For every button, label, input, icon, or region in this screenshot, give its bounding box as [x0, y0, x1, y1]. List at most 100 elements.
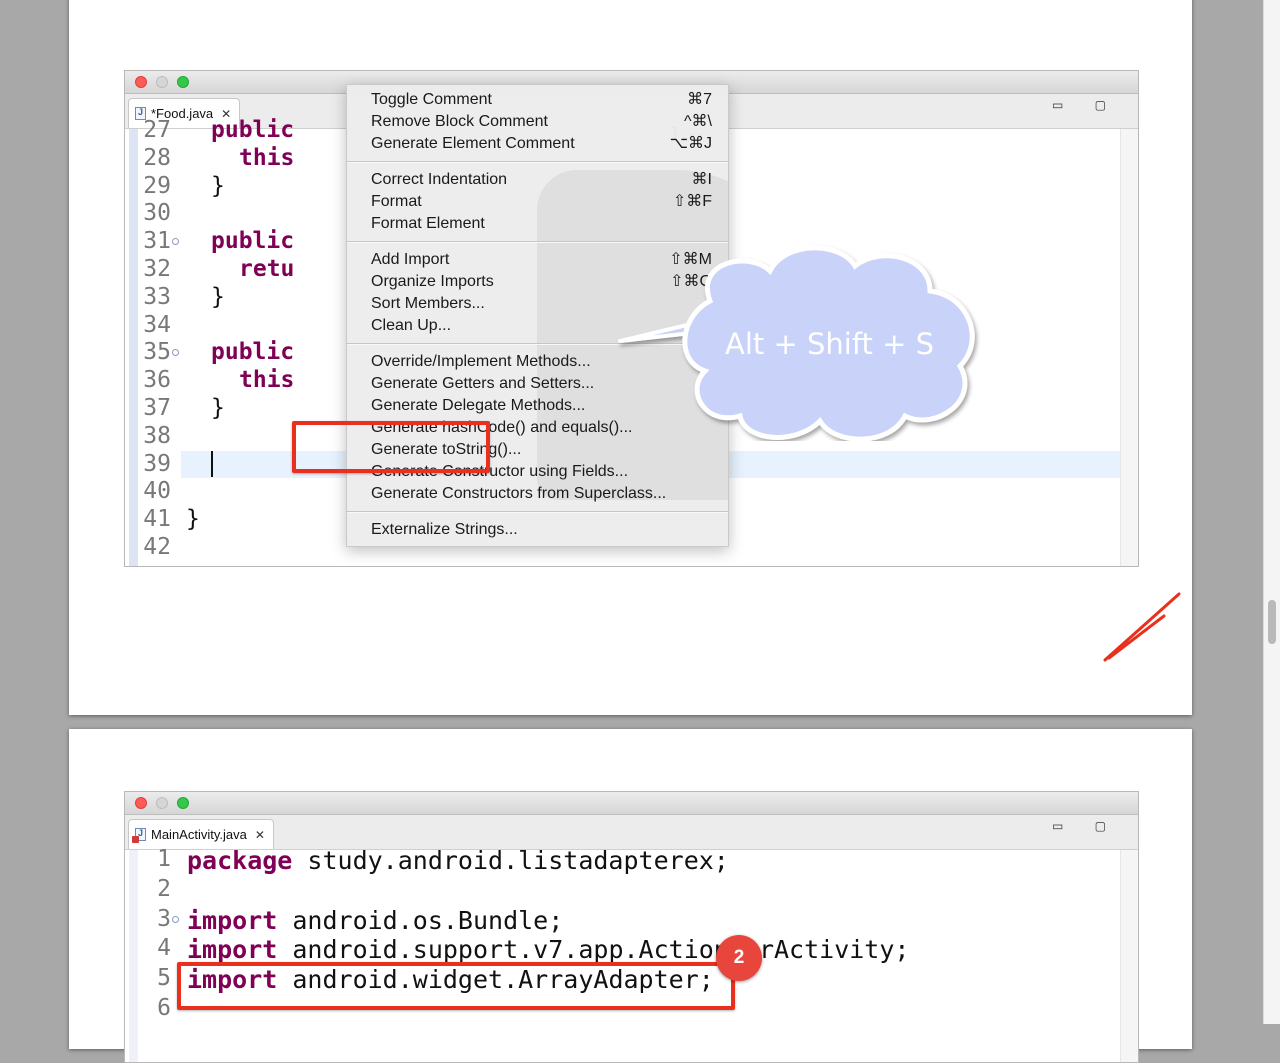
code-editor[interactable]: 1 2 3 4 5 6 package study.android.listadaptere… — [125, 846, 1138, 1062]
menu-separator — [347, 161, 728, 163]
code-line: import android.support.v7.app.ActionBarA… — [187, 935, 909, 964]
code-keyword: this — [239, 144, 295, 171]
menu-item-format[interactable]: Format ⇧⌘F — [371, 191, 712, 213]
window-titlebar — [125, 792, 1138, 815]
code-keyword: public — [211, 228, 295, 255]
vertical-scrollbar[interactable] — [1263, 0, 1280, 1024]
menu-item-label: Generate Element Comment — [371, 135, 575, 152]
fold-toggle-icon[interactable] — [172, 915, 179, 923]
menu-item-label: Generate Delegate Methods... — [371, 397, 586, 414]
line-number: 33 — [143, 283, 171, 310]
tab-label: MainActivity.java — [151, 827, 247, 842]
menu-item-generate-element-comment[interactable]: Generate Element Comment ⌥⌘J — [371, 133, 712, 155]
scrollbar-thumb[interactable] — [1268, 600, 1276, 644]
menu-item-label: Externalize Strings... — [371, 521, 518, 538]
line-number: 2 — [157, 875, 171, 902]
menu-item-label: Sort Members... — [371, 295, 485, 312]
close-window-button[interactable] — [135, 76, 147, 88]
highlight-box-tostring — [292, 421, 490, 473]
menu-item-correct-indentation[interactable]: Correct Indentation ⌘I — [371, 169, 712, 191]
line-number: 3 — [157, 905, 171, 932]
code-text: android.os.Bundle; — [277, 905, 564, 935]
minimize-window-button[interactable] — [156, 797, 168, 809]
menu-item-format-element[interactable]: Format Element — [371, 213, 712, 235]
code-line: public — [211, 117, 294, 143]
line-number: 5 — [157, 965, 171, 992]
code-text: study.android.listadapterex; — [292, 846, 729, 875]
line-number: 34 — [143, 311, 171, 338]
callout-text: Alt + Shift + S — [725, 327, 935, 361]
line-number: 36 — [143, 367, 171, 394]
pen-mark-icon — [1103, 592, 1181, 662]
menu-item-label: Clean Up... — [371, 317, 452, 334]
code-text: } — [211, 283, 225, 310]
minimize-maximize-icons[interactable]: ▭ ▢ — [1052, 819, 1120, 833]
menu-item-label: Remove Block Comment — [371, 113, 548, 130]
code-line: package study.android.listadapterex; — [187, 846, 729, 875]
menu-item-shortcut: ⌥⌘J — [669, 135, 712, 152]
document-page-1: *Food.java ✕ ▭ ▢ 27282930313233343536373… — [69, 0, 1192, 715]
close-window-button[interactable] — [135, 797, 147, 809]
menu-item-shortcut: ^⌘\ — [684, 113, 712, 130]
menu-item-label: Toggle Comment — [371, 91, 492, 108]
menu-item-label: Generate Constructors from Superclass... — [371, 485, 667, 502]
line-number: 35 — [143, 339, 171, 366]
line-number: 38 — [143, 422, 171, 449]
tab-close-icon[interactable]: ✕ — [255, 828, 265, 842]
java-file-error-icon — [132, 828, 146, 843]
eclipse-editor-window-food: *Food.java ✕ ▭ ▢ 27282930313233343536373… — [124, 70, 1139, 567]
line-number: 41 — [143, 506, 171, 533]
tab-mainactivity-java[interactable]: MainActivity.java ✕ — [128, 819, 274, 849]
line-number: 32 — [143, 256, 171, 282]
overview-ruler — [1120, 129, 1138, 566]
code-keyword: public — [211, 339, 295, 366]
step-number-badge: 2 — [716, 935, 762, 981]
menu-item-remove-block-comment[interactable]: Remove Block Comment ^⌘\ — [371, 111, 712, 133]
zoom-window-button[interactable] — [177, 76, 189, 88]
menu-item-generate-constructors-from-superclass[interactable]: Generate Constructors from Superclass... — [371, 483, 712, 505]
line-number: 29 — [143, 172, 171, 199]
line-number: 31 — [143, 228, 171, 255]
code-keyword: package — [187, 846, 293, 875]
zoom-window-button[interactable] — [177, 797, 189, 809]
code-keyword: public — [211, 117, 295, 143]
line-number: 6 — [157, 995, 171, 1021]
line-number: 4 — [157, 935, 171, 962]
minimize-maximize-icons[interactable]: ▭ ▢ — [1052, 98, 1120, 112]
code-line: } — [211, 395, 225, 421]
line-number: 40 — [143, 478, 171, 505]
code-keyword: import — [187, 935, 278, 965]
code-line: } — [186, 506, 200, 532]
document-page-2: MainActivity.java ✕ ▭ ▢ 1 2 3 4 5 6 package st… — [69, 729, 1192, 1063]
menu-item-shortcut: ⌘7 — [687, 91, 712, 108]
code-line: } — [211, 284, 225, 310]
code-line: this — [239, 145, 294, 171]
code-text: } — [186, 506, 200, 533]
line-number: 39 — [143, 450, 171, 477]
code-line: this — [239, 367, 294, 393]
code-text: android.support.v7.app.ActionBarActivity… — [277, 935, 910, 965]
line-number: 28 — [143, 144, 171, 171]
menu-item-toggle-comment[interactable]: Toggle Comment ⌘7 — [371, 89, 712, 111]
code-text: } — [211, 172, 225, 199]
menu-item-label: Format — [371, 193, 422, 210]
menu-item-label: Correct Indentation — [371, 171, 508, 188]
menu-item-label: Add Import — [371, 251, 450, 268]
code-line: import android.os.Bundle; — [187, 906, 563, 935]
highlight-box-import-line — [177, 962, 735, 1010]
minimize-window-button[interactable] — [156, 76, 168, 88]
code-keyword: retu — [239, 256, 295, 282]
overview-ruler — [1120, 850, 1138, 1062]
menu-item-shortcut: ⇧⌘F — [672, 193, 712, 210]
line-number: 27 — [143, 117, 171, 143]
editor-tabbar: MainActivity.java ✕ ▭ ▢ — [125, 815, 1138, 850]
code-line: public — [211, 228, 294, 254]
menu-item-externalize-strings[interactable]: Externalize Strings... — [371, 519, 712, 541]
code-keyword: this — [239, 367, 295, 394]
code-line: } — [211, 173, 225, 199]
eclipse-editor-window-mainactivity: MainActivity.java ✕ ▭ ▢ 1 2 3 4 5 6 package st… — [124, 791, 1139, 1063]
menu-item-label: Format Element — [371, 215, 485, 232]
line-number: 30 — [143, 200, 171, 227]
code-line: retu — [239, 256, 294, 282]
menu-item-label: Override/Implement Methods... — [371, 353, 591, 370]
